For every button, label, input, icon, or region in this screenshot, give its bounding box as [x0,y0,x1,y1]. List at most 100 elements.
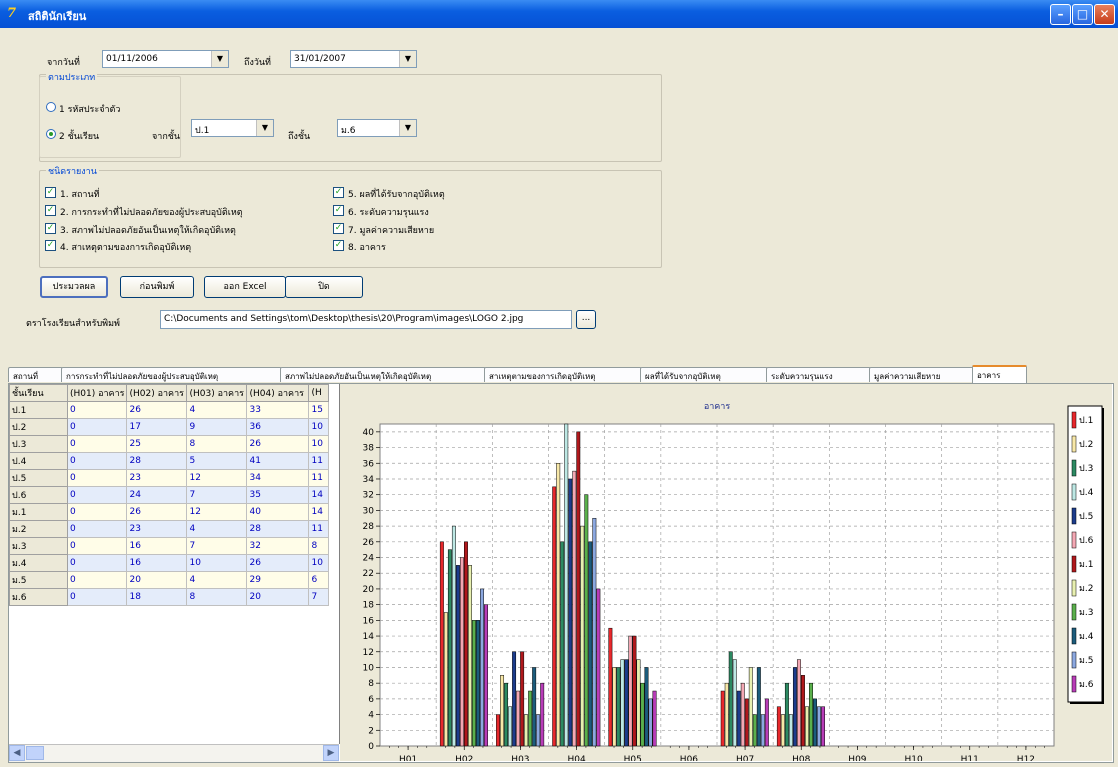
table-cell[interactable]: 0 [66,418,128,436]
table-row[interactable]: ม.5 0 20 4 29 6 [9,571,330,589]
table-cell[interactable]: 0 [66,554,128,572]
table-cell[interactable]: 8 [186,435,248,453]
row-header[interactable]: ป.2 [9,418,68,436]
column-header[interactable]: (H03) อาคาร [186,384,248,402]
table-row[interactable]: ม.1 0 26 12 40 14 [9,503,330,521]
table-cell[interactable]: 16 [126,554,188,572]
row-header[interactable]: ม.6 [9,588,68,606]
scroll-left-icon[interactable]: ◀ [9,745,25,761]
from-class-select[interactable]: ป.1 ▼ [191,119,274,137]
table-cell[interactable]: 8 [308,537,330,555]
row-header[interactable]: ม.4 [9,554,68,572]
column-header[interactable]: (H [308,384,330,402]
table-cell[interactable]: 29 [246,571,310,589]
chevron-down-icon[interactable]: ▼ [399,51,416,67]
table-cell[interactable]: 10 [308,554,330,572]
chevron-down-icon[interactable]: ▼ [211,51,228,67]
table-cell[interactable]: 11 [308,520,330,538]
close-window-button[interactable]: ✕ [1094,4,1115,25]
report-checkbox-2[interactable]: ✓ [45,205,56,216]
table-cell[interactable]: 6 [308,571,330,589]
table-cell[interactable]: 0 [66,537,128,555]
tab-2[interactable]: การกระทำที่ไม่ปลอดภัยของผู้ประสบอุบัติเห… [61,367,282,382]
from-date-picker[interactable]: 01/11/2006 ▼ [102,50,229,68]
table-cell[interactable]: 40 [246,503,310,521]
table-row[interactable]: ป.2 0 17 9 36 10 [9,418,330,436]
row-header[interactable]: ม.5 [9,571,68,589]
row-header[interactable]: ป.3 [9,435,68,453]
table-cell[interactable]: 41 [246,452,310,470]
column-header[interactable]: ชั้นเรียน [9,384,68,402]
table-row[interactable]: ม.4 0 16 10 26 10 [9,554,330,572]
table-cell[interactable]: 0 [66,452,128,470]
tab-7[interactable]: มูลค่าความเสียหาย [869,367,974,382]
table-cell[interactable]: 4 [186,401,248,419]
table-row[interactable]: ป.3 0 25 8 26 10 [9,435,330,453]
tab-1[interactable]: สถานที่ [8,367,63,382]
table-cell[interactable]: 26 [126,503,188,521]
preview-button[interactable]: ก่อนพิมพ์ [120,276,194,298]
maximize-button[interactable]: □ [1072,4,1093,25]
tab-4[interactable]: สาเหตุตามของการเกิดอุบัติเหตุ [484,367,642,382]
tab-8[interactable]: อาคาร [972,365,1027,384]
table-cell[interactable]: 0 [66,503,128,521]
table-cell[interactable]: 26 [246,435,310,453]
table-cell[interactable]: 0 [66,469,128,487]
row-header[interactable]: ป.1 [9,401,68,419]
tab-5[interactable]: ผลที่ได้รับจากอุบัติเหตุ [640,367,768,382]
to-date-picker[interactable]: 31/01/2007 ▼ [290,50,417,68]
minimize-button[interactable]: – [1050,4,1071,25]
table-cell[interactable]: 35 [246,486,310,504]
table-cell[interactable]: 0 [66,520,128,538]
report-checkbox-5[interactable]: ✓ [333,187,344,198]
scroll-thumb[interactable] [26,746,44,760]
tab-6[interactable]: ระดับความรุนแรง [766,367,871,382]
row-header[interactable]: ม.2 [9,520,68,538]
table-cell[interactable]: 28 [246,520,310,538]
table-row[interactable]: ม.3 0 16 7 32 8 [9,537,330,555]
table-row[interactable]: ป.1 0 26 4 33 15 [9,401,330,419]
table-cell[interactable]: 7 [308,588,330,606]
row-header[interactable]: ม.1 [9,503,68,521]
radio-class[interactable] [46,129,56,139]
table-cell[interactable]: 26 [246,554,310,572]
row-header[interactable]: ป.5 [9,469,68,487]
table-row[interactable]: ป.5 0 23 12 34 11 [9,469,330,487]
table-cell[interactable]: 17 [126,418,188,436]
table-cell[interactable]: 0 [66,588,128,606]
table-cell[interactable]: 28 [126,452,188,470]
row-header[interactable]: ป.4 [9,452,68,470]
table-cell[interactable]: 0 [66,401,128,419]
table-cell[interactable]: 23 [126,520,188,538]
process-button[interactable]: ประมวลผล [40,276,108,298]
table-cell[interactable]: 36 [246,418,310,436]
chevron-down-icon[interactable]: ▼ [256,120,273,136]
report-checkbox-4[interactable]: ✓ [45,240,56,251]
table-cell[interactable]: 4 [186,520,248,538]
export-excel-button[interactable]: ออก Excel [204,276,286,298]
table-cell[interactable]: 20 [126,571,188,589]
row-header[interactable]: ป.6 [9,486,68,504]
table-cell[interactable]: 10 [308,418,330,436]
table-cell[interactable]: 7 [186,486,248,504]
table-cell[interactable]: 12 [186,503,248,521]
report-checkbox-3[interactable]: ✓ [45,223,56,234]
table-cell[interactable]: 5 [186,452,248,470]
table-cell[interactable]: 33 [246,401,310,419]
radio-student-id[interactable] [46,102,56,112]
table-row[interactable]: ม.6 0 18 8 20 7 [9,588,330,606]
table-cell[interactable]: 10 [186,554,248,572]
table-cell[interactable]: 9 [186,418,248,436]
table-cell[interactable]: 12 [186,469,248,487]
report-checkbox-7[interactable]: ✓ [333,223,344,234]
table-cell[interactable]: 11 [308,469,330,487]
table-cell[interactable]: 4 [186,571,248,589]
table-cell[interactable]: 34 [246,469,310,487]
report-checkbox-8[interactable]: ✓ [333,240,344,251]
data-grid[interactable]: ชั้นเรียน (H01) อาคาร (H02) อาคาร (H03) อาค… [9,384,340,744]
grid-horizontal-scrollbar[interactable]: ◀ ▶ [9,744,339,762]
table-cell[interactable]: 20 [246,588,310,606]
chevron-down-icon[interactable]: ▼ [399,120,416,136]
table-cell[interactable]: 10 [308,435,330,453]
tab-3[interactable]: สภาพไม่ปลอดภัยอันเป็นเหตุให้เกิดอุบัติเห… [280,367,486,382]
